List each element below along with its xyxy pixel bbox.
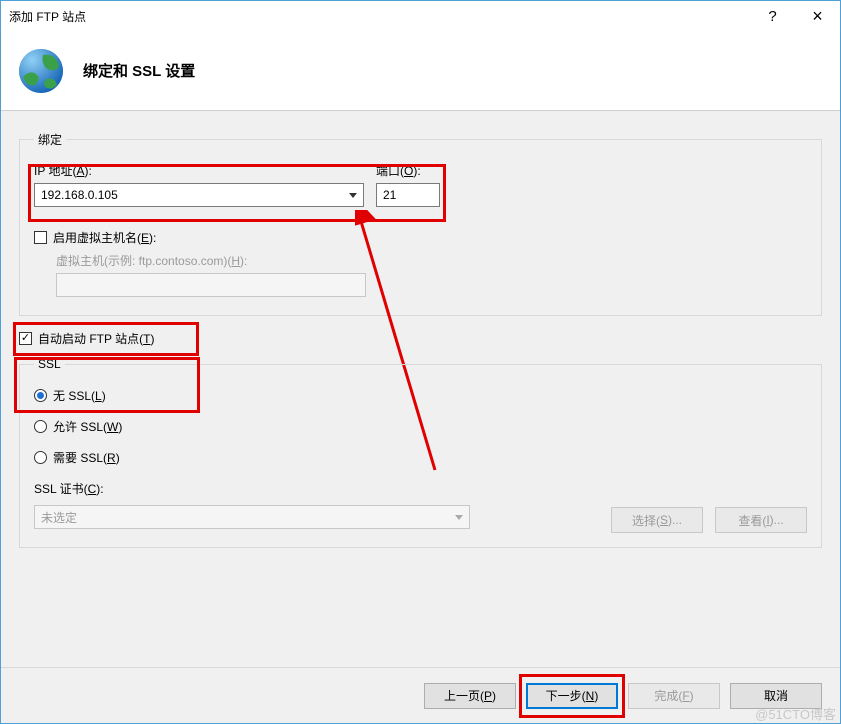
finish-button: 完成(F) [628,683,720,709]
autostart-label: 自动启动 FTP 站点(T) [38,330,154,347]
titlebar: 添加 FTP 站点 ? × [1,1,840,31]
window-title: 添加 FTP 站点 [9,8,750,25]
globe-icon [17,47,65,95]
wizard-body: 绑定 IP 地址(A): 192.168.0.105 端口(O): [1,111,840,667]
enable-vhost-checkbox[interactable] [34,231,47,244]
port-input[interactable]: 21 [376,183,440,207]
ssl-group: SSL 无 SSL(L) 允许 SSL(W) 需要 SSL(R) [19,357,822,548]
next-button[interactable]: 下一步(N) [526,683,618,709]
page-title: 绑定和 SSL 设置 [83,60,195,81]
ip-address-combo[interactable]: 192.168.0.105 [34,183,364,207]
chevron-down-icon [349,193,357,198]
vhost-label: 虚拟主机(示例: ftp.contoso.com)(H): [56,252,807,269]
ssl-view-button: 查看(I)... [715,507,807,533]
ssl-none-label: 无 SSL(L) [53,387,106,404]
wizard-header: 绑定和 SSL 设置 [1,31,840,111]
binding-group: 绑定 IP 地址(A): 192.168.0.105 端口(O): [19,131,822,316]
ssl-cert-label: SSL 证书(C): [34,480,807,497]
close-button[interactable]: × [795,1,840,31]
ssl-legend: SSL [34,357,65,371]
ssl-allow-radio[interactable] [34,420,47,433]
autostart-checkbox[interactable]: ✓ [19,332,32,345]
binding-legend: 绑定 [34,131,66,148]
ip-address-value: 192.168.0.105 [41,188,118,202]
vhost-input [56,273,366,297]
chevron-down-icon [455,515,463,520]
ssl-none-radio[interactable] [34,389,47,402]
help-button[interactable]: ? [750,1,795,31]
ssl-allow-label: 允许 SSL(W) [53,418,122,435]
previous-button[interactable]: 上一页(P) [424,683,516,709]
port-value: 21 [383,188,396,202]
enable-vhost-label: 启用虚拟主机名(E): [53,229,156,246]
dialog-window: 添加 FTP 站点 ? × 绑定和 SSL 设置 绑定 [0,0,841,724]
ssl-cert-combo: 未选定 [34,505,470,529]
ssl-cert-value: 未选定 [41,509,77,526]
ssl-require-radio[interactable] [34,451,47,464]
ip-address-label: IP 地址(A): [34,162,364,179]
ssl-require-label: 需要 SSL(R) [53,449,120,466]
wizard-footer: 上一页(P) 下一步(N) 完成(F) 取消 [1,667,840,723]
ssl-select-button: 选择(S)... [611,507,703,533]
watermark: @51CTO博客 [755,704,836,723]
port-label: 端口(O): [376,162,440,179]
